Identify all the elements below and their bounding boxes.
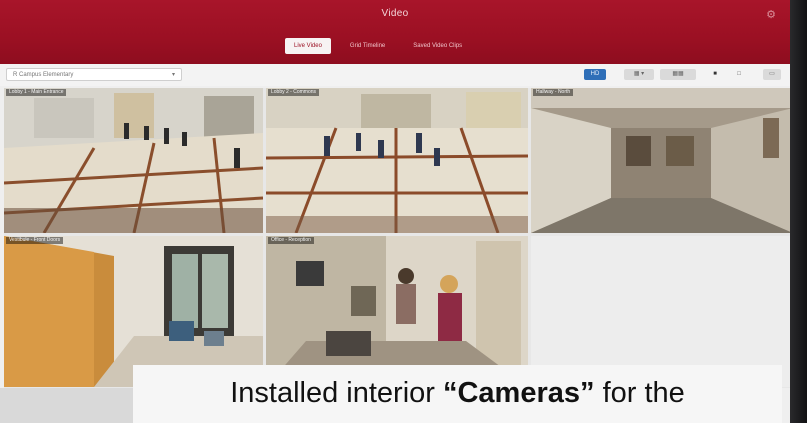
camera-tile[interactable]: Hallway - North — [531, 88, 790, 233]
app-header: Video ⚙ Live Video Grid Timeline Saved V… — [0, 0, 790, 64]
caption-text-after: for the — [594, 377, 685, 409]
tab-grid-timeline[interactable]: Grid Timeline — [341, 38, 394, 54]
camera-feed-image — [4, 88, 263, 233]
view-tabs: Live Video Grid Timeline Saved Video Cli… — [285, 38, 471, 54]
camera-label: Hallway - North — [533, 89, 574, 96]
caption-text-before: Installed interior — [230, 377, 443, 409]
tab-saved-video-clips[interactable]: Saved Video Clips — [404, 38, 471, 54]
chevron-down-icon: ▾ — [171, 72, 175, 78]
caption-banner: Installed interior “Cameras” for the — [133, 365, 782, 423]
camera-tile[interactable]: Lobby 2 - Commons — [266, 88, 528, 233]
camera-label: Lobby 1 - Main Entrance — [6, 89, 67, 96]
layout-icon[interactable]: ▭ — [763, 69, 781, 80]
toolbar: R Campus Elementary ▾ HD ▦ ▾ ▦▦ ■ □ ▭ — [0, 64, 790, 86]
camera-feed-image — [531, 88, 790, 233]
camera-label: Vestibule - Front Doors — [6, 237, 64, 244]
grid-9-icon[interactable]: ▦▦ — [660, 69, 696, 80]
monitor-screen: Video ⚙ Live Video Grid Timeline Saved V… — [0, 0, 790, 423]
tab-live-video[interactable]: Live Video — [285, 38, 331, 54]
caption-text-bold: “Cameras” — [442, 377, 595, 409]
camera-label: Office - Reception — [268, 237, 314, 244]
camera-feed-image — [266, 88, 528, 233]
camera-label: Lobby 2 - Commons — [268, 89, 320, 96]
page-title: Video — [381, 8, 409, 19]
gear-icon[interactable]: ⚙ — [766, 8, 776, 21]
screen-bottom-area — [0, 388, 133, 423]
camera-tile[interactable]: Lobby 1 - Main Entrance — [4, 88, 263, 233]
monitor-bezel — [790, 0, 807, 423]
camera-grid: Lobby 1 - Main Entrance Lobby 2 - Common… — [4, 88, 790, 388]
site-select-value: R Campus Elementary — [13, 72, 74, 78]
fullscreen-icon[interactable]: □ — [732, 69, 746, 80]
square-icon[interactable]: ■ — [708, 69, 722, 80]
grid-4-icon[interactable]: ▦ ▾ — [624, 69, 654, 80]
hd-button[interactable]: HD — [584, 69, 606, 80]
site-select[interactable]: R Campus Elementary ▾ — [6, 68, 182, 81]
caption-text: Installed interior “Cameras” for the — [133, 377, 782, 410]
